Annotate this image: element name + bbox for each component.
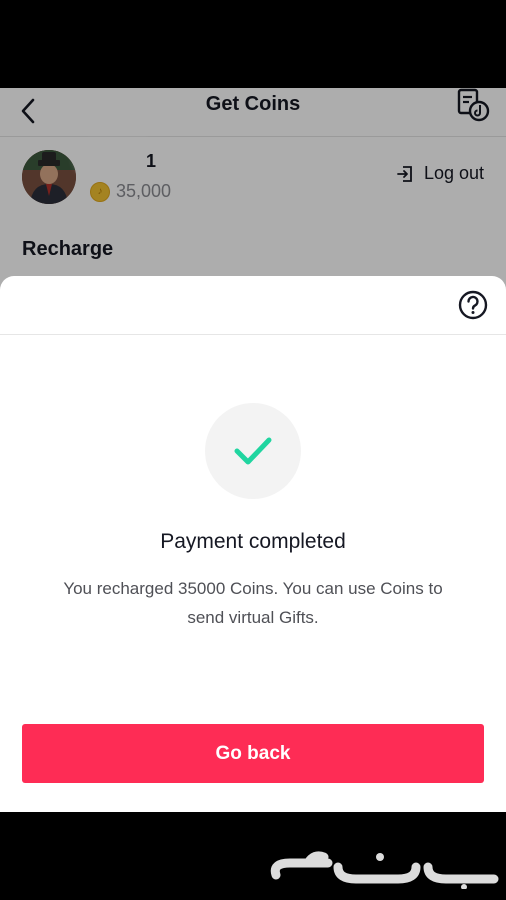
payment-status-title: Payment completed xyxy=(160,530,346,553)
payment-sheet: Payment completed You recharged 35000 Co… xyxy=(0,276,506,812)
sheet-header xyxy=(0,276,506,335)
success-badge xyxy=(205,403,301,499)
app-screen: Get Coins 1 ♪ 35,000 Log out Recharge Pa… xyxy=(0,88,506,812)
go-back-button[interactable]: Go back xyxy=(22,724,484,783)
payment-status-description: You recharged 35000 Coins. You can use C… xyxy=(63,579,443,627)
question-circle-icon[interactable] xyxy=(458,290,488,320)
watermark-logo xyxy=(270,851,499,889)
checkmark-icon xyxy=(234,437,272,465)
